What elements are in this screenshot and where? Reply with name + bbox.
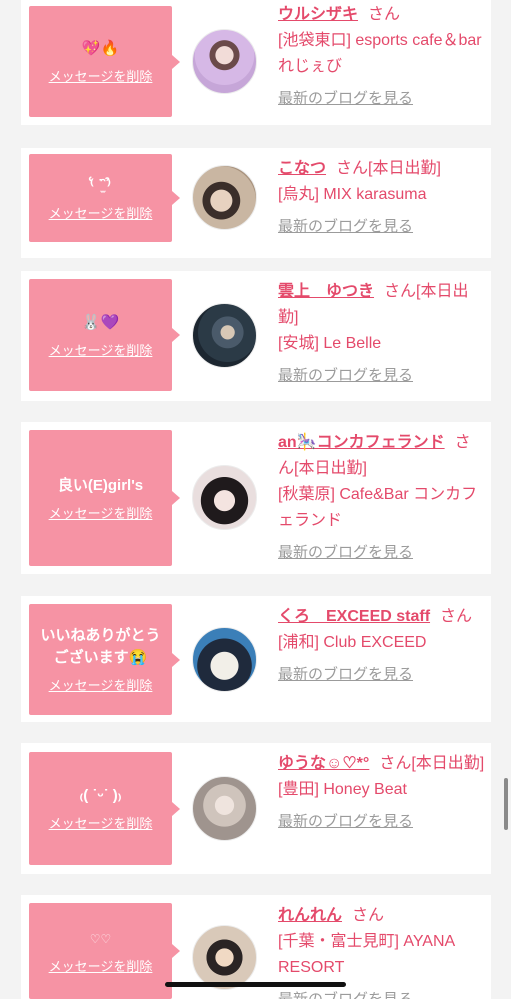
home-indicator[interactable] bbox=[165, 982, 346, 987]
message-text: ⁽͑ ˙̫̫̑ ⁾̉ bbox=[90, 176, 111, 194]
message-text: ♡♡ bbox=[89, 931, 112, 946]
latest-blog-link[interactable]: 最新のブログを見る bbox=[278, 540, 413, 566]
delete-message-link[interactable]: メッセージを削除 bbox=[49, 813, 153, 832]
list-item: 💖🔥 メッセージを削除 ウルシザキ さん [池袋東口] esports cafe＆… bbox=[21, 0, 491, 125]
cast-name-link[interactable]: 雲上 ゆつき bbox=[278, 283, 374, 300]
cast-info: an🎠コンカフェランド さん[本日出勤] [秋葉原] Cafe&Bar コンカフェ… bbox=[278, 430, 486, 566]
avatar[interactable] bbox=[192, 776, 257, 841]
shop-name: [千葉・富士見町] AYANA RESORT bbox=[278, 933, 455, 976]
message-bubble: 良い(E)girl's メッセージを削除 bbox=[29, 430, 180, 566]
cast-info: こなつ さん[本日出勤] [烏丸] MIX karasuma 最新のブログを見る bbox=[278, 156, 486, 240]
shop-name: [安城] Le Belle bbox=[278, 335, 382, 352]
avatar[interactable] bbox=[192, 925, 257, 990]
message-text: 💖🔥 bbox=[81, 40, 120, 57]
honorific: さん bbox=[368, 6, 401, 23]
cast-name-link[interactable]: こなつ bbox=[278, 160, 326, 177]
list-item: 良い(E)girl's メッセージを削除 an🎠コンカフェランド さん[本日出勤]… bbox=[21, 422, 491, 574]
honorific: さん bbox=[336, 160, 369, 177]
message-bubble: ⁽͑ ˙̫̫̑ ⁾̉ メッセージを削除 bbox=[29, 154, 180, 242]
message-text: 🐰💜 bbox=[81, 313, 120, 331]
delete-message-link[interactable]: メッセージを削除 bbox=[49, 675, 153, 694]
delete-message-link[interactable]: メッセージを削除 bbox=[49, 503, 153, 522]
shop-name: [池袋東口] esports cafe＆bar れじぇび bbox=[278, 32, 482, 75]
status-badge: [本日出勤] bbox=[411, 755, 485, 772]
cast-info: ゆうな☺︎♡*° さん[本日出勤] [豊田] Honey Beat 最新のブログを… bbox=[278, 751, 486, 835]
list-item: ₍( ˙ᵕ˙ )₎ メッセージを削除 ゆうな☺︎♡*° さん[本日出勤] [豊田]… bbox=[21, 743, 491, 874]
message-bubble: ♡♡ メッセージを削除 bbox=[29, 903, 180, 999]
latest-blog-link[interactable]: 最新のブログを見る bbox=[278, 86, 413, 112]
honorific: さん bbox=[384, 283, 417, 300]
latest-blog-link[interactable]: 最新のブログを見る bbox=[278, 809, 413, 835]
delete-message-link[interactable]: メッセージを削除 bbox=[49, 203, 153, 222]
avatar[interactable] bbox=[192, 165, 257, 230]
avatar[interactable] bbox=[192, 29, 257, 94]
cast-info: 雲上 ゆつき さん[本日出勤] [安城] Le Belle 最新のブログを見る bbox=[278, 279, 486, 389]
honorific: さん bbox=[352, 907, 385, 924]
avatar[interactable] bbox=[192, 465, 257, 530]
message-bubble: 🐰💜 メッセージを削除 bbox=[29, 279, 180, 391]
cast-name-link[interactable]: ウルシザキ bbox=[278, 6, 358, 23]
delete-message-link[interactable]: メッセージを削除 bbox=[49, 956, 153, 975]
message-bubble: ₍( ˙ᵕ˙ )₎ メッセージを削除 bbox=[29, 752, 180, 865]
cast-name-link[interactable]: くろ EXCEED staff bbox=[278, 608, 430, 625]
avatar[interactable] bbox=[192, 303, 257, 368]
status-badge: [本日出勤] bbox=[294, 460, 367, 477]
delete-message-link[interactable]: メッセージを削除 bbox=[49, 340, 153, 359]
delete-message-link[interactable]: メッセージを削除 bbox=[49, 66, 153, 85]
cast-name-link[interactable]: れんれん bbox=[278, 907, 342, 924]
honorific: さん bbox=[440, 608, 473, 625]
status-badge: [本日出勤] bbox=[368, 160, 441, 177]
honorific: さん bbox=[379, 755, 412, 772]
cast-name-link[interactable]: an🎠コンカフェランド bbox=[278, 434, 445, 451]
message-bubble: 💖🔥 メッセージを削除 bbox=[29, 6, 180, 117]
latest-blog-link[interactable]: 最新のブログを見る bbox=[278, 662, 413, 688]
latest-blog-link[interactable]: 最新のブログを見る bbox=[278, 987, 413, 999]
shop-name: [烏丸] MIX karasuma bbox=[278, 186, 427, 203]
shop-name: [豊田] Honey Beat bbox=[278, 781, 407, 798]
cast-name-link[interactable]: ゆうな☺︎♡*° bbox=[278, 755, 369, 772]
message-text: いいねありがとう ございます😭 bbox=[40, 627, 161, 666]
scrollbar[interactable] bbox=[504, 778, 508, 830]
message-text: 良い(E)girl's bbox=[57, 476, 144, 494]
shop-name: [浦和] Club EXCEED bbox=[278, 634, 427, 651]
list-item: いいねありがとう ございます😭 メッセージを削除 くろ EXCEED staff… bbox=[21, 596, 491, 722]
cast-info: ウルシザキ さん [池袋東口] esports cafe＆bar れじぇび 最新の… bbox=[278, 2, 486, 112]
list-item: ⁽͑ ˙̫̫̑ ⁾̉ メッセージを削除 こなつ さん[本日出勤] [烏丸] MIX… bbox=[21, 148, 491, 258]
list-item: 🐰💜 メッセージを削除 雲上 ゆつき さん[本日出勤] [安城] Le Belle… bbox=[21, 271, 491, 401]
latest-blog-link[interactable]: 最新のブログを見る bbox=[278, 214, 413, 240]
avatar[interactable] bbox=[192, 627, 257, 692]
message-bubble: いいねありがとう ございます😭 メッセージを削除 bbox=[29, 604, 180, 715]
message-text: ₍( ˙ᵕ˙ )₎ bbox=[79, 787, 122, 804]
shop-name: [秋葉原] Cafe&Bar コンカフェランド bbox=[278, 486, 478, 529]
cast-info: くろ EXCEED staff さん [浦和] Club EXCEED 最新のブロ… bbox=[278, 604, 486, 688]
latest-blog-link[interactable]: 最新のブログを見る bbox=[278, 363, 413, 389]
